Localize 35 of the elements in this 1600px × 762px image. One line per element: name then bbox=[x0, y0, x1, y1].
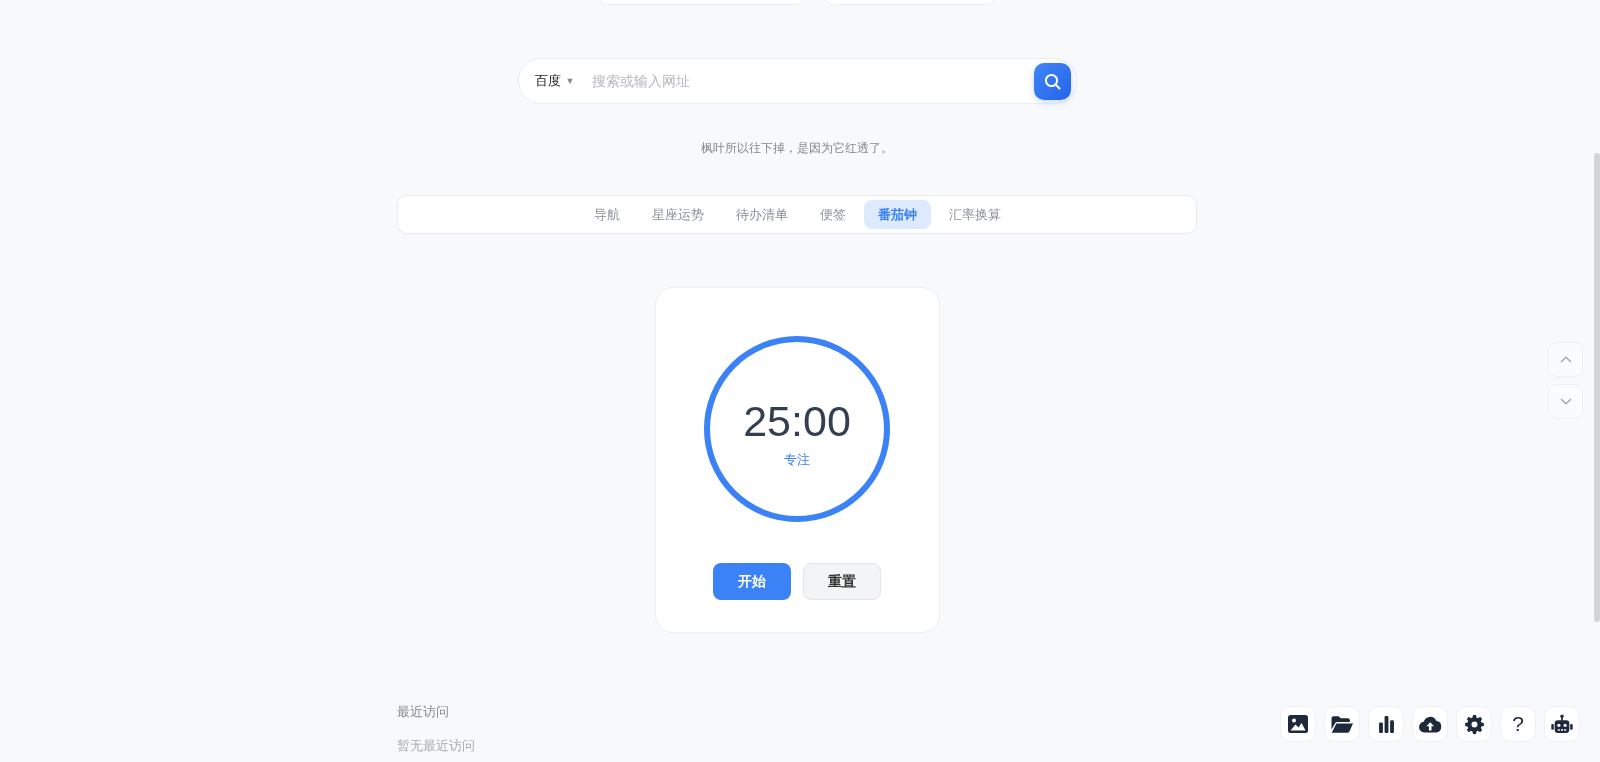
image-icon bbox=[1288, 715, 1308, 733]
folder-icon bbox=[1331, 715, 1353, 733]
settings-button[interactable] bbox=[1456, 706, 1492, 742]
tab[interactable]: 汇率换算 bbox=[934, 200, 1015, 229]
reset-button[interactable]: 重置 bbox=[803, 563, 881, 600]
search-button[interactable] bbox=[1033, 62, 1071, 100]
bar-chart-icon bbox=[1378, 715, 1394, 733]
recent-empty-text: 暂无最近访问 bbox=[397, 737, 475, 755]
chevron-down-icon bbox=[1559, 398, 1572, 405]
tab[interactable]: 待办清单 bbox=[721, 200, 802, 229]
engine-dropdown[interactable]: 百度 ▼ bbox=[534, 72, 575, 90]
cloud-upload-icon bbox=[1418, 715, 1442, 733]
tab[interactable]: 便签 bbox=[805, 200, 860, 229]
caret-icon: ▼ bbox=[565, 76, 575, 86]
search-icon bbox=[1043, 72, 1061, 90]
chart-button[interactable] bbox=[1368, 706, 1404, 742]
recent-title: 最近访问 bbox=[397, 703, 449, 721]
robot-icon bbox=[1551, 714, 1573, 734]
tab[interactable]: 星座运势 bbox=[637, 200, 718, 229]
settings-icon bbox=[1464, 714, 1484, 734]
tab[interactable]: 番茄钟 bbox=[863, 200, 931, 229]
robot-button[interactable] bbox=[1544, 706, 1580, 742]
timer-time: 25:00 bbox=[743, 396, 851, 446]
tab[interactable]: 导航 bbox=[579, 200, 634, 229]
upload-button[interactable] bbox=[1412, 706, 1448, 742]
image-button[interactable] bbox=[1280, 706, 1316, 742]
folder-button[interactable] bbox=[1324, 706, 1360, 742]
help-button[interactable]: ? bbox=[1500, 706, 1536, 742]
timer-mode: 专注 bbox=[784, 451, 810, 469]
scrollbar-thumb[interactable] bbox=[1594, 153, 1600, 622]
chevron-up-icon bbox=[1559, 356, 1572, 363]
start-button[interactable]: 开始 bbox=[713, 563, 791, 600]
search-bar[interactable]: 百度 ▼ 搜索或输入网址 bbox=[517, 58, 1077, 104]
search-input[interactable]: 搜索或输入网址 bbox=[592, 66, 1034, 96]
quote-text: 枫叶所以往下掉，是因为它红透了。 bbox=[701, 140, 893, 156]
